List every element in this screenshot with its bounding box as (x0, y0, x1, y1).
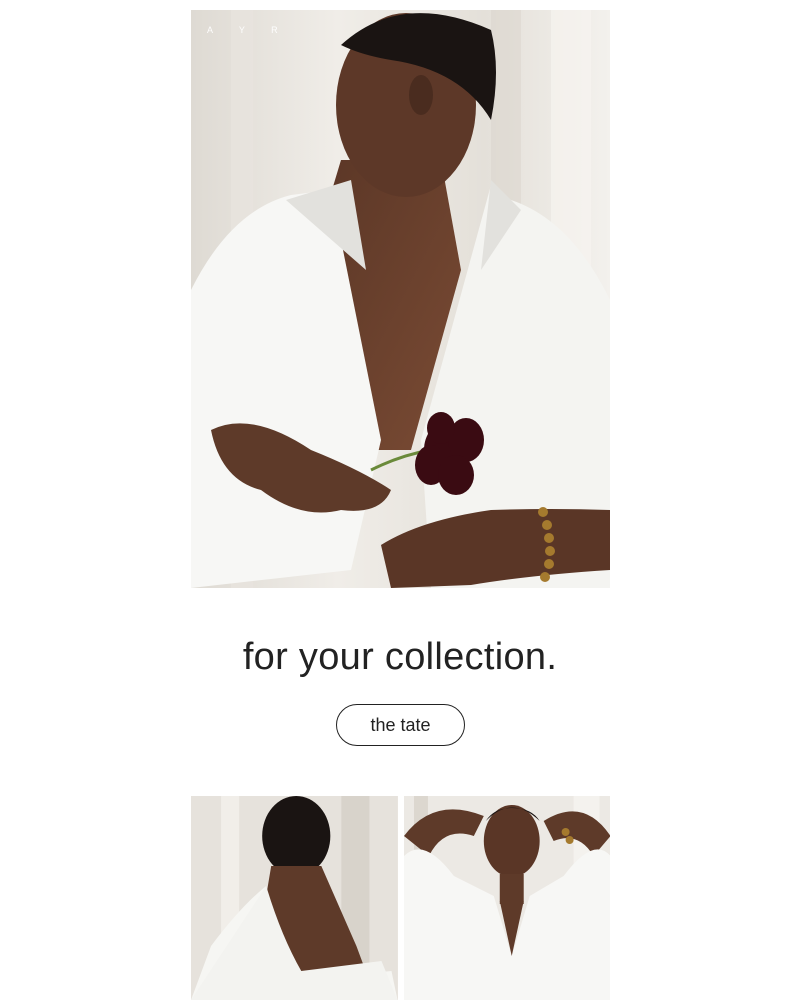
brand-logo: A Y R (207, 25, 290, 35)
gallery-image-back-view[interactable] (191, 796, 398, 1000)
the-tate-button[interactable]: the tate (336, 704, 465, 746)
model-white-shirt-flower-photo (191, 10, 610, 588)
image-gallery (191, 796, 610, 1000)
model-arms-raised-photo (403, 796, 610, 1000)
gallery-image-arms-raised[interactable] (403, 796, 610, 1000)
model-back-view-photo (191, 796, 398, 1000)
hero-image[interactable]: A Y R (191, 10, 610, 588)
headline: for your collection. (242, 636, 558, 678)
